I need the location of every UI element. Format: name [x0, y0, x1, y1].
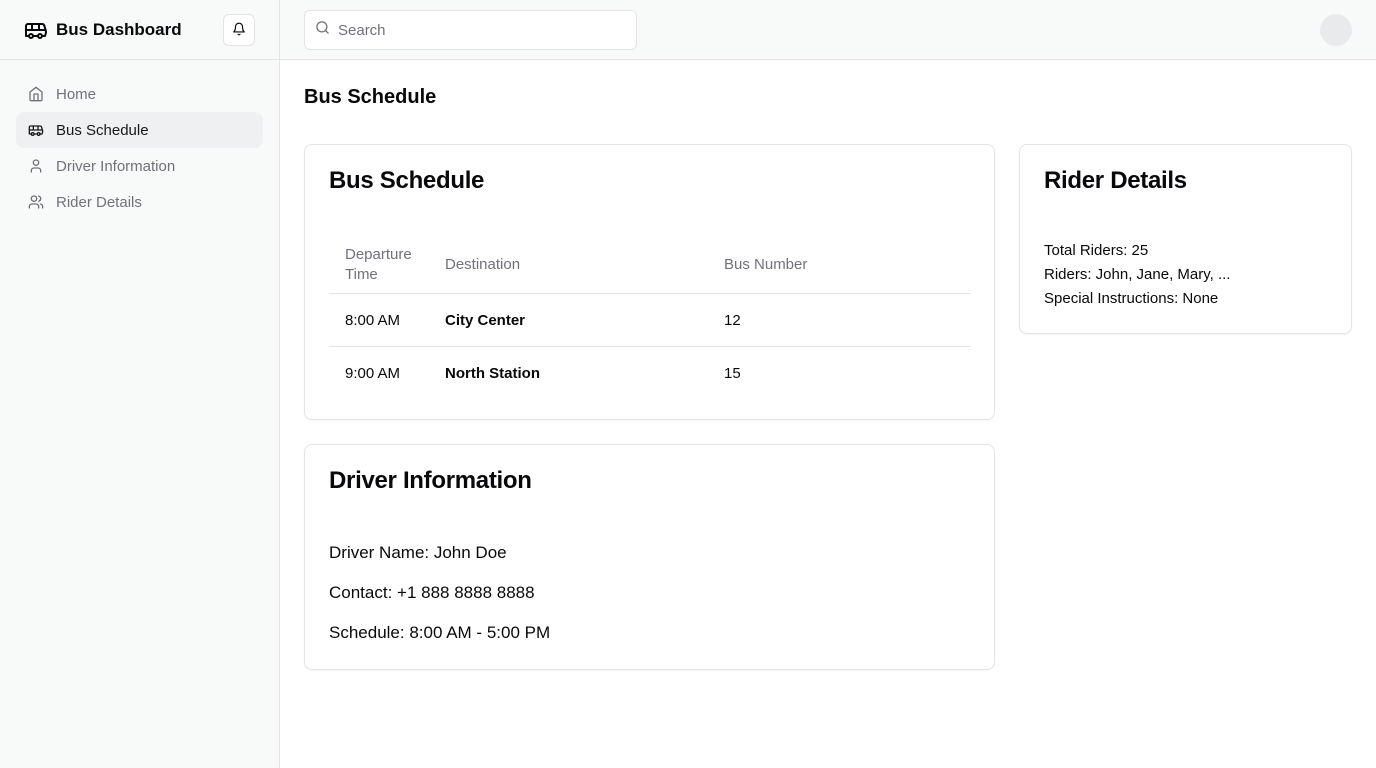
bus-schedule-card: Bus Schedule Departure Time Destination …	[304, 144, 995, 420]
notifications-button[interactable]	[223, 14, 255, 46]
table-row[interactable]: 9:00 AM North Station 15	[329, 347, 971, 400]
sidebar-item-bus-schedule[interactable]: Bus Schedule	[16, 112, 263, 148]
sidebar-item-driver-information[interactable]: Driver Information	[16, 148, 263, 184]
driver-schedule: Schedule: 8:00 AM - 5:00 PM	[329, 623, 551, 642]
driver-name: Driver Name: John Doe	[329, 543, 507, 562]
sidebar-item-home[interactable]: Home	[16, 76, 263, 112]
rider-details-list: Total Riders: 25 Riders: John, Jane, Mar…	[1044, 239, 1230, 311]
user-icon	[28, 158, 44, 174]
top-bar	[280, 0, 1376, 60]
rider-names: Riders: John, Jane, Mary, ...	[1044, 266, 1231, 283]
sidebar-item-label: Home	[56, 85, 97, 103]
cell-destination: City Center	[429, 293, 708, 347]
column-header-destination: Destination	[429, 237, 708, 294]
column-header-departure-time: Departure Time	[329, 237, 429, 294]
cell-departure-time: 8:00 AM	[329, 293, 429, 347]
brand-title: Bus Dashboard	[56, 19, 182, 39]
user-avatar[interactable]	[1320, 14, 1352, 46]
home-icon	[28, 86, 44, 102]
cell-bus-number: 15	[724, 364, 741, 382]
sidebar-nav: Home Bus Schedule Driver Information Rid…	[0, 60, 279, 236]
card-title: Driver Information	[329, 467, 532, 494]
search-input[interactable]	[338, 21, 618, 39]
schedule-table: Departure Time Destination Bus Number 8:…	[329, 237, 971, 400]
cell-departure-time: 9:00 AM	[345, 364, 401, 382]
cell-bus-number: 12	[708, 293, 971, 347]
sidebar-item-label: Bus Schedule	[56, 121, 149, 139]
total-riders: Total Riders: 25	[1044, 242, 1149, 259]
users-icon	[28, 194, 44, 210]
sidebar-item-label: Rider Details	[56, 193, 142, 211]
table-row[interactable]: 8:00 AM City Center 12	[329, 293, 971, 347]
bell-icon	[232, 22, 246, 39]
bus-icon	[28, 122, 44, 138]
cell-destination: North Station	[445, 364, 540, 382]
driver-information-card: Driver Information Driver Name: John Doe…	[304, 444, 995, 670]
column-header-bus-number: Bus Number	[708, 237, 971, 294]
page-title: Bus Schedule	[304, 86, 437, 108]
main-content: Bus Schedule Bus Schedule Departure Time…	[280, 60, 1376, 768]
card-title: Bus Schedule	[329, 167, 485, 194]
driver-contact: Contact: +1 888 8888 8888	[329, 583, 535, 602]
brand-bar: Bus Dashboard	[0, 0, 279, 60]
special-instructions: Special Instructions: None	[1044, 290, 1219, 307]
table-header-row: Departure Time Destination Bus Number	[329, 237, 971, 294]
sidebar: Bus Dashboard Home Bus Schedule Driver I…	[0, 0, 280, 768]
rider-details-card: Rider Details Total Riders: 25 Riders: J…	[1019, 144, 1352, 334]
search-icon	[315, 20, 330, 40]
card-title: Rider Details	[1044, 167, 1187, 194]
sidebar-item-rider-details[interactable]: Rider Details	[16, 184, 263, 220]
search-box[interactable]	[304, 10, 637, 50]
sidebar-item-label: Driver Information	[56, 157, 176, 175]
bus-icon	[24, 18, 48, 42]
